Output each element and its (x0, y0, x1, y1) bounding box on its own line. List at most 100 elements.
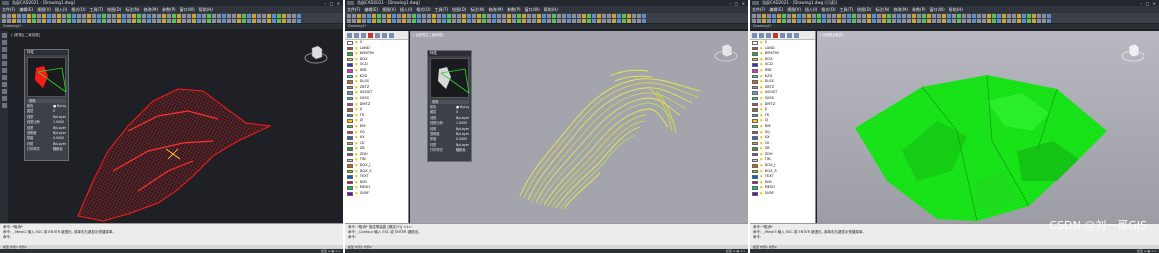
toolbar-button-icon[interactable] (382, 19, 386, 23)
toolbar-button-icon[interactable] (247, 19, 251, 23)
tool-palette[interactable] (0, 31, 8, 223)
toolbar-button-icon[interactable] (972, 19, 976, 23)
document-tab[interactable]: Drawing1* (345, 24, 748, 29)
layer-color-swatch[interactable] (752, 91, 758, 95)
toolbar-button-icon[interactable] (477, 19, 481, 23)
toolbar-button-icon[interactable] (502, 19, 506, 23)
toolbar-button-icon[interactable] (517, 19, 521, 23)
toolbar-button-icon[interactable] (537, 19, 541, 23)
toolbar-button-icon[interactable] (977, 14, 981, 18)
toolbar-button-icon[interactable] (47, 14, 51, 18)
toolbar-button-icon[interactable] (422, 19, 426, 23)
toolbar-button-icon[interactable] (982, 14, 986, 18)
toolbar-button-icon[interactable] (537, 14, 541, 18)
menu-tools[interactable]: 工具(T) (840, 7, 854, 12)
layer-color-swatch[interactable] (347, 141, 353, 146)
toolbar-button-icon[interactable] (952, 19, 956, 23)
layer-color-swatch[interactable] (752, 169, 758, 174)
toolbar-button-icon[interactable] (217, 14, 221, 18)
prop-value[interactable]: 随颜色 (53, 147, 66, 152)
toolbar-button-icon[interactable] (417, 14, 421, 18)
toolbar-button-icon[interactable] (617, 14, 621, 18)
status-bar[interactable]: 模型 ≡ ▦ 1:1 (0, 249, 343, 253)
toolbar-button-icon[interactable] (192, 19, 196, 23)
toolbar-button-icon[interactable] (272, 14, 276, 18)
layer-color-swatch[interactable] (752, 113, 758, 118)
toolbar-button-icon[interactable] (812, 19, 816, 23)
toolbar-button-icon[interactable] (792, 14, 796, 18)
toolbar-button-icon[interactable] (557, 19, 561, 23)
toolbar-button-icon[interactable] (802, 19, 806, 23)
toolbar-button-icon[interactable] (542, 19, 546, 23)
toolbar-button-icon[interactable] (602, 19, 606, 23)
toolbar-button-icon[interactable] (157, 14, 161, 18)
toolbar-button-icon[interactable] (587, 19, 591, 23)
toolbar-button-icon[interactable] (637, 14, 641, 18)
toolbar-button-icon[interactable] (937, 19, 941, 23)
toolbar-button-icon[interactable] (22, 19, 26, 23)
menu-param[interactable]: 参数(P) (507, 7, 521, 12)
toolbar-button-icon[interactable] (1042, 14, 1046, 18)
toolbar-button-icon[interactable] (157, 19, 161, 23)
toolbar-button-icon[interactable] (762, 19, 766, 23)
toolbar-button-icon[interactable] (822, 14, 826, 18)
toolbar-button-icon[interactable] (1032, 19, 1036, 23)
toolbar-button-icon[interactable] (447, 19, 451, 23)
toolbar-button-icon[interactable] (617, 19, 621, 23)
toolbar-button-icon[interactable] (1037, 14, 1041, 18)
toolbar-button-icon[interactable] (642, 14, 646, 18)
toolbar-button-icon[interactable] (47, 19, 51, 23)
layer-color-swatch[interactable] (752, 57, 758, 62)
toolbar-button-icon[interactable] (27, 19, 31, 23)
toolbar-button-icon[interactable] (497, 14, 501, 18)
toolbar-button-icon[interactable] (792, 19, 796, 23)
layer-color-swatch[interactable] (347, 46, 353, 51)
toolbar-button-icon[interactable] (137, 19, 141, 23)
layer-color-swatch[interactable] (752, 164, 758, 168)
toolbar-button-icon[interactable] (187, 14, 191, 18)
viewcube-icon[interactable] (304, 43, 328, 67)
layer-color-swatch[interactable] (752, 147, 758, 151)
toolbar-button-icon[interactable] (767, 19, 771, 23)
toolbar-button-icon[interactable] (37, 19, 41, 23)
toolbar-button-icon[interactable] (1012, 14, 1016, 18)
toolbar-button-icon[interactable] (147, 19, 151, 23)
toolbar-button-icon[interactable] (277, 14, 281, 18)
layer-color-swatch[interactable] (752, 63, 758, 67)
menu-dimension[interactable]: 标注(N) (470, 7, 484, 12)
toolbar-button-icon[interactable] (567, 14, 571, 18)
toolbar-button-icon[interactable] (112, 14, 116, 18)
toolbar-button-icon[interactable] (832, 14, 836, 18)
toolbar-button-icon[interactable] (867, 19, 871, 23)
toolbar-button-icon[interactable] (72, 14, 76, 18)
toolbar-button-icon[interactable] (137, 14, 141, 18)
toolbar-button-icon[interactable] (392, 14, 396, 18)
toolbar-button-icon[interactable] (812, 14, 816, 18)
toolbar-button-icon[interactable] (797, 14, 801, 18)
menu-window[interactable]: 窗口(W) (180, 7, 195, 12)
layer-color-swatch[interactable] (752, 108, 758, 112)
toolbar-button-icon[interactable] (832, 19, 836, 23)
menu-help[interactable]: 帮助(H) (199, 7, 213, 12)
toolbar-button-icon[interactable] (62, 19, 66, 23)
toolbar-button-icon[interactable] (967, 14, 971, 18)
toolbar-button-icon[interactable] (1022, 19, 1026, 23)
toolbar-button-icon[interactable] (512, 14, 516, 18)
toolbar-button-icon[interactable] (917, 14, 921, 18)
toolbar-button-icon[interactable] (512, 19, 516, 23)
toolbar-button-icon[interactable] (7, 19, 11, 23)
layer-color-swatch[interactable] (347, 158, 353, 163)
toolbar-button-icon[interactable] (1047, 19, 1051, 23)
toolbar-button-icon[interactable] (992, 14, 996, 18)
layer-color-swatch[interactable] (752, 41, 758, 45)
toolbar-button-icon[interactable] (942, 14, 946, 18)
toolbar-button-icon[interactable] (1007, 14, 1011, 18)
layer-color-swatch[interactable] (752, 124, 758, 129)
toolbar-button-icon[interactable] (922, 14, 926, 18)
toolbar-button-icon[interactable] (187, 19, 191, 23)
layer-color-swatch[interactable] (752, 80, 758, 84)
toolbar-button-icon[interactable] (102, 14, 106, 18)
layer-color-swatch[interactable] (347, 192, 353, 196)
toolbar-button-icon[interactable] (142, 19, 146, 23)
toolbar-button-icon[interactable] (952, 14, 956, 18)
